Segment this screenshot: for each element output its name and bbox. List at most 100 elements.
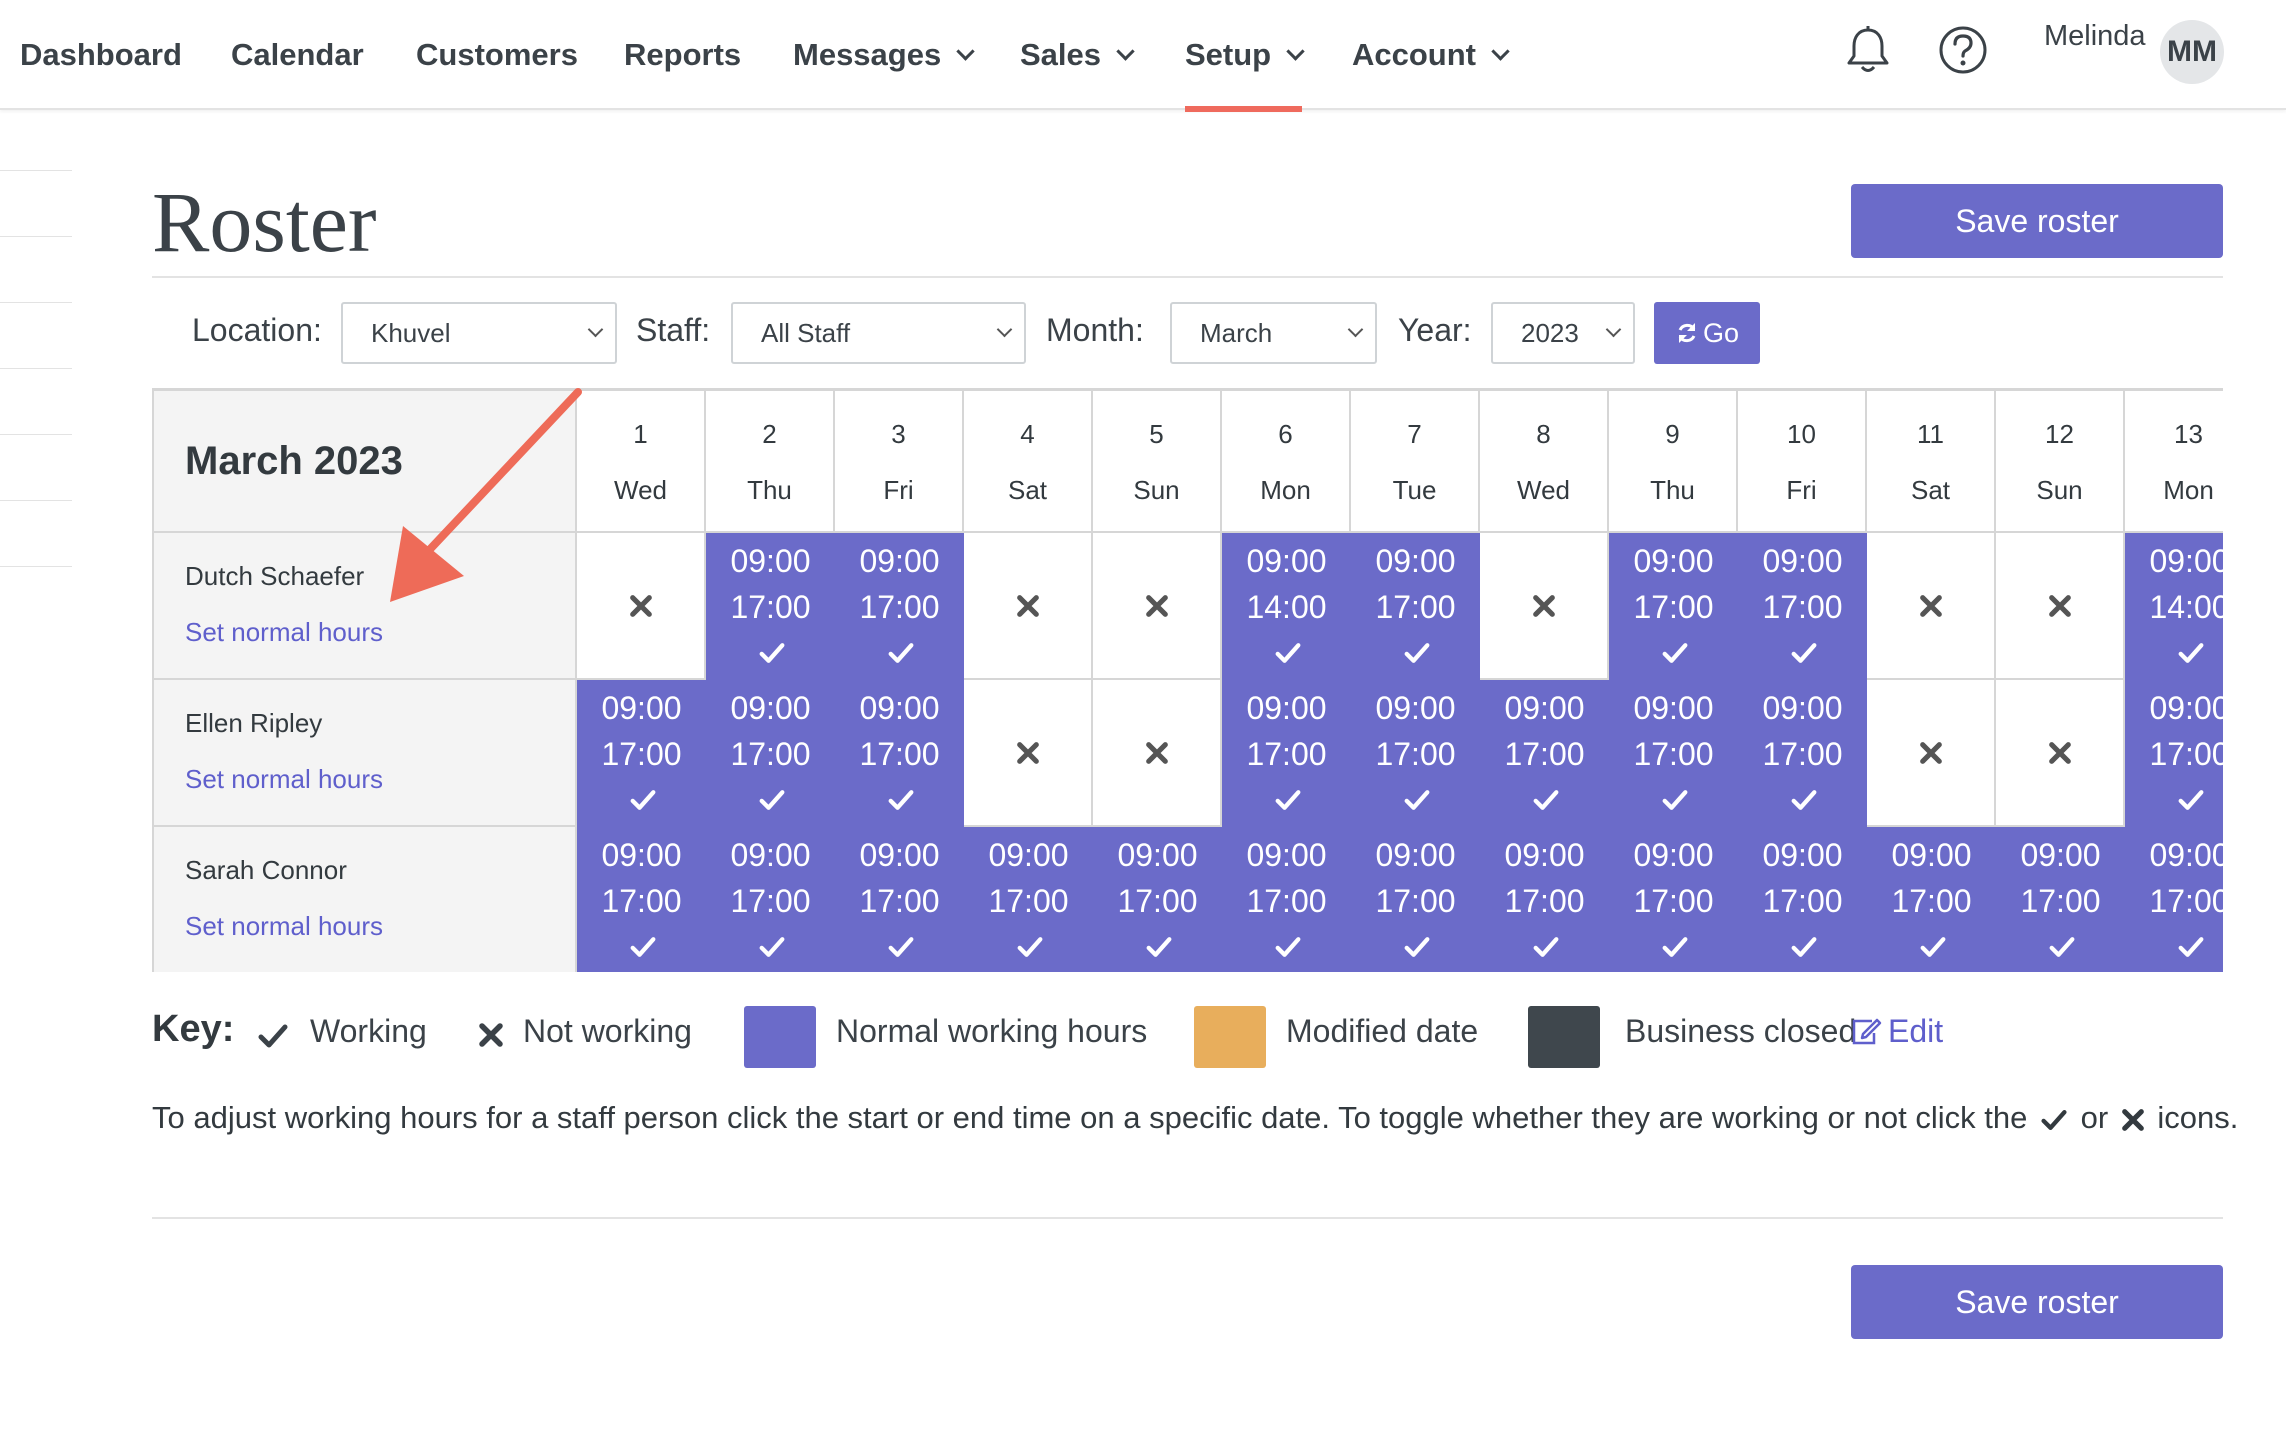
roster-cell-working[interactable]: 09:00 17:00 [835, 533, 964, 680]
check-icon[interactable] [1404, 935, 1430, 964]
edit-closed-link[interactable]: Edit [1850, 1013, 1943, 1050]
roster-cell-working[interactable]: 09:00 17:00 [1480, 827, 1609, 972]
start-time[interactable]: 09:00 [706, 543, 835, 580]
check-icon[interactable] [1791, 641, 1817, 670]
check-icon[interactable] [759, 641, 785, 670]
start-time[interactable]: 09:00 [1480, 837, 1609, 874]
check-icon[interactable] [2178, 788, 2204, 817]
roster-cell-working[interactable]: 09:00 17:00 [1222, 827, 1351, 972]
roster-cell-working[interactable]: 09:00 17:00 [1609, 827, 1738, 972]
location-select[interactable]: Khuvel [341, 302, 617, 364]
end-time[interactable]: 17:00 [964, 883, 1093, 920]
check-icon[interactable] [630, 788, 656, 817]
start-time[interactable]: 09:00 [1351, 690, 1480, 727]
roster-cell-working[interactable]: 09:00 17:00 [2125, 680, 2223, 827]
start-time[interactable]: 09:00 [1351, 543, 1480, 580]
cross-icon[interactable] [2048, 594, 2072, 623]
check-icon[interactable] [1275, 788, 1301, 817]
roster-cell-working[interactable]: 09:00 14:00 [1222, 533, 1351, 680]
year-select[interactable]: 2023 [1491, 302, 1635, 364]
start-time[interactable]: 09:00 [1093, 837, 1222, 874]
roster-cell-working[interactable]: 09:00 17:00 [706, 827, 835, 972]
nav-dashboard[interactable]: Dashboard [20, 0, 182, 110]
save-roster-button-bottom[interactable]: Save roster [1851, 1265, 2223, 1339]
end-time[interactable]: 17:00 [577, 736, 706, 773]
start-time[interactable]: 09:00 [1222, 543, 1351, 580]
roster-cell-working[interactable]: 09:00 17:00 [1222, 680, 1351, 827]
avatar[interactable]: MM [2160, 20, 2224, 84]
end-time[interactable]: 17:00 [1351, 589, 1480, 626]
check-icon[interactable] [2049, 935, 2075, 964]
cross-icon[interactable] [1145, 741, 1169, 770]
end-time[interactable]: 17:00 [1609, 883, 1738, 920]
start-time[interactable]: 09:00 [1609, 690, 1738, 727]
roster-cell-working[interactable]: 09:00 17:00 [706, 680, 835, 827]
end-time[interactable]: 17:00 [577, 883, 706, 920]
roster-cell-working[interactable]: 09:00 17:00 [1609, 680, 1738, 827]
roster-cell-working[interactable]: 09:00 17:00 [1738, 680, 1867, 827]
roster-cell-off[interactable] [1480, 533, 1609, 680]
check-icon[interactable] [888, 788, 914, 817]
check-icon[interactable] [1533, 935, 1559, 964]
check-icon[interactable] [1275, 935, 1301, 964]
check-icon[interactable] [630, 935, 656, 964]
start-time[interactable]: 09:00 [706, 837, 835, 874]
end-time[interactable]: 14:00 [1222, 589, 1351, 626]
nav-sales[interactable]: Sales [1020, 0, 1135, 110]
check-icon[interactable] [1533, 788, 1559, 817]
roster-cell-off[interactable] [1867, 533, 1996, 680]
cross-icon[interactable] [1919, 741, 1943, 770]
roster-cell-working[interactable]: 09:00 17:00 [706, 533, 835, 680]
start-time[interactable]: 09:00 [2125, 543, 2223, 580]
roster-cell-off[interactable] [1867, 680, 1996, 827]
start-time[interactable]: 09:00 [1738, 837, 1867, 874]
staff-select[interactable]: All Staff [731, 302, 1026, 364]
nav-account[interactable]: Account [1352, 0, 1510, 110]
roster-cell-working[interactable]: 09:00 17:00 [2125, 827, 2223, 972]
end-time[interactable]: 17:00 [706, 589, 835, 626]
check-icon[interactable] [2178, 641, 2204, 670]
start-time[interactable]: 09:00 [1609, 837, 1738, 874]
check-icon[interactable] [1404, 641, 1430, 670]
check-icon[interactable] [759, 935, 785, 964]
start-time[interactable]: 09:00 [1996, 837, 2125, 874]
start-time[interactable]: 09:00 [835, 690, 964, 727]
end-time[interactable]: 17:00 [1609, 589, 1738, 626]
end-time[interactable]: 14:00 [2125, 589, 2223, 626]
start-time[interactable]: 09:00 [2125, 837, 2223, 874]
roster-cell-working[interactable]: 09:00 17:00 [577, 827, 706, 972]
start-time[interactable]: 09:00 [835, 543, 964, 580]
check-icon[interactable] [1017, 935, 1043, 964]
roster-cell-off[interactable] [964, 680, 1093, 827]
roster-cell-working[interactable]: 09:00 17:00 [577, 680, 706, 827]
roster-cell-working[interactable]: 09:00 17:00 [1738, 533, 1867, 680]
start-time[interactable]: 09:00 [577, 837, 706, 874]
start-time[interactable]: 09:00 [1738, 690, 1867, 727]
nav-reports[interactable]: Reports [624, 0, 741, 110]
cross-icon[interactable] [1145, 594, 1169, 623]
nav-messages[interactable]: Messages [793, 0, 975, 110]
roster-cell-working[interactable]: 09:00 17:00 [835, 680, 964, 827]
check-icon[interactable] [1662, 788, 1688, 817]
roster-cell-working[interactable]: 09:00 17:00 [835, 827, 964, 972]
end-time[interactable]: 17:00 [1093, 883, 1222, 920]
end-time[interactable]: 17:00 [1738, 589, 1867, 626]
check-icon[interactable] [1920, 935, 1946, 964]
end-time[interactable]: 17:00 [1222, 736, 1351, 773]
end-time[interactable]: 17:00 [1738, 883, 1867, 920]
user-name[interactable]: Melinda [2044, 20, 2146, 53]
nav-calendar[interactable]: Calendar [231, 0, 364, 110]
check-icon[interactable] [2178, 935, 2204, 964]
start-time[interactable]: 09:00 [1480, 690, 1609, 727]
nav-customers[interactable]: Customers [416, 0, 578, 110]
end-time[interactable]: 17:00 [1351, 736, 1480, 773]
check-icon[interactable] [759, 788, 785, 817]
end-time[interactable]: 17:00 [835, 883, 964, 920]
roster-cell-off[interactable] [1093, 680, 1222, 827]
check-icon[interactable] [1662, 935, 1688, 964]
check-icon[interactable] [1146, 935, 1172, 964]
check-icon[interactable] [1791, 935, 1817, 964]
set-normal-hours-link[interactable]: Set normal hours [185, 617, 383, 648]
end-time[interactable]: 17:00 [1351, 883, 1480, 920]
check-icon[interactable] [1404, 788, 1430, 817]
